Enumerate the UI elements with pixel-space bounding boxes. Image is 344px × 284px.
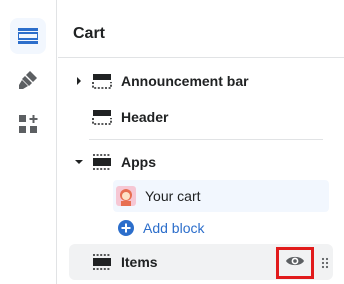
- section-apps[interactable]: Apps: [69, 144, 333, 180]
- plus-circle-icon: [117, 219, 135, 237]
- apps-rail-button[interactable]: [10, 106, 46, 142]
- chevron-right-icon[interactable]: [72, 74, 86, 88]
- add-block-label: Add block: [143, 220, 205, 236]
- chevron-down-icon[interactable]: [72, 155, 86, 169]
- header-group-separator: [89, 139, 323, 140]
- section-label: Apps: [121, 154, 156, 170]
- divider: [58, 57, 344, 58]
- sections-rail-button[interactable]: [10, 18, 46, 54]
- eye-icon: [285, 254, 305, 273]
- block-label: Your cart: [145, 188, 201, 204]
- section-header[interactable]: Header: [69, 99, 333, 135]
- section-layout-icon: [92, 109, 112, 125]
- sections-panel: Cart Announcement bar Header Apps Your c…: [58, 0, 344, 284]
- section-layout-icon: [92, 73, 112, 89]
- section-announcement-bar[interactable]: Announcement bar: [69, 63, 333, 99]
- drag-handle-icon[interactable]: [321, 256, 329, 269]
- theme-settings-rail-button[interactable]: [10, 62, 46, 98]
- apps-icon: [18, 114, 38, 134]
- section-layout-icon: [92, 254, 112, 270]
- app-thumbnail-icon: [116, 186, 136, 206]
- section-label: Announcement bar: [121, 73, 249, 89]
- add-block-button[interactable]: Add block: [113, 212, 329, 244]
- left-rail: [0, 0, 57, 284]
- toggle-visibility-button[interactable]: [276, 247, 314, 279]
- paint-brush-icon: [18, 70, 38, 90]
- section-label: Header: [121, 109, 169, 125]
- section-label: Items: [121, 254, 158, 270]
- sections-icon: [18, 28, 38, 44]
- panel-title: Cart: [73, 25, 106, 42]
- section-items[interactable]: Items: [69, 244, 333, 280]
- block-your-cart[interactable]: Your cart: [113, 180, 329, 212]
- section-layout-icon: [92, 154, 112, 170]
